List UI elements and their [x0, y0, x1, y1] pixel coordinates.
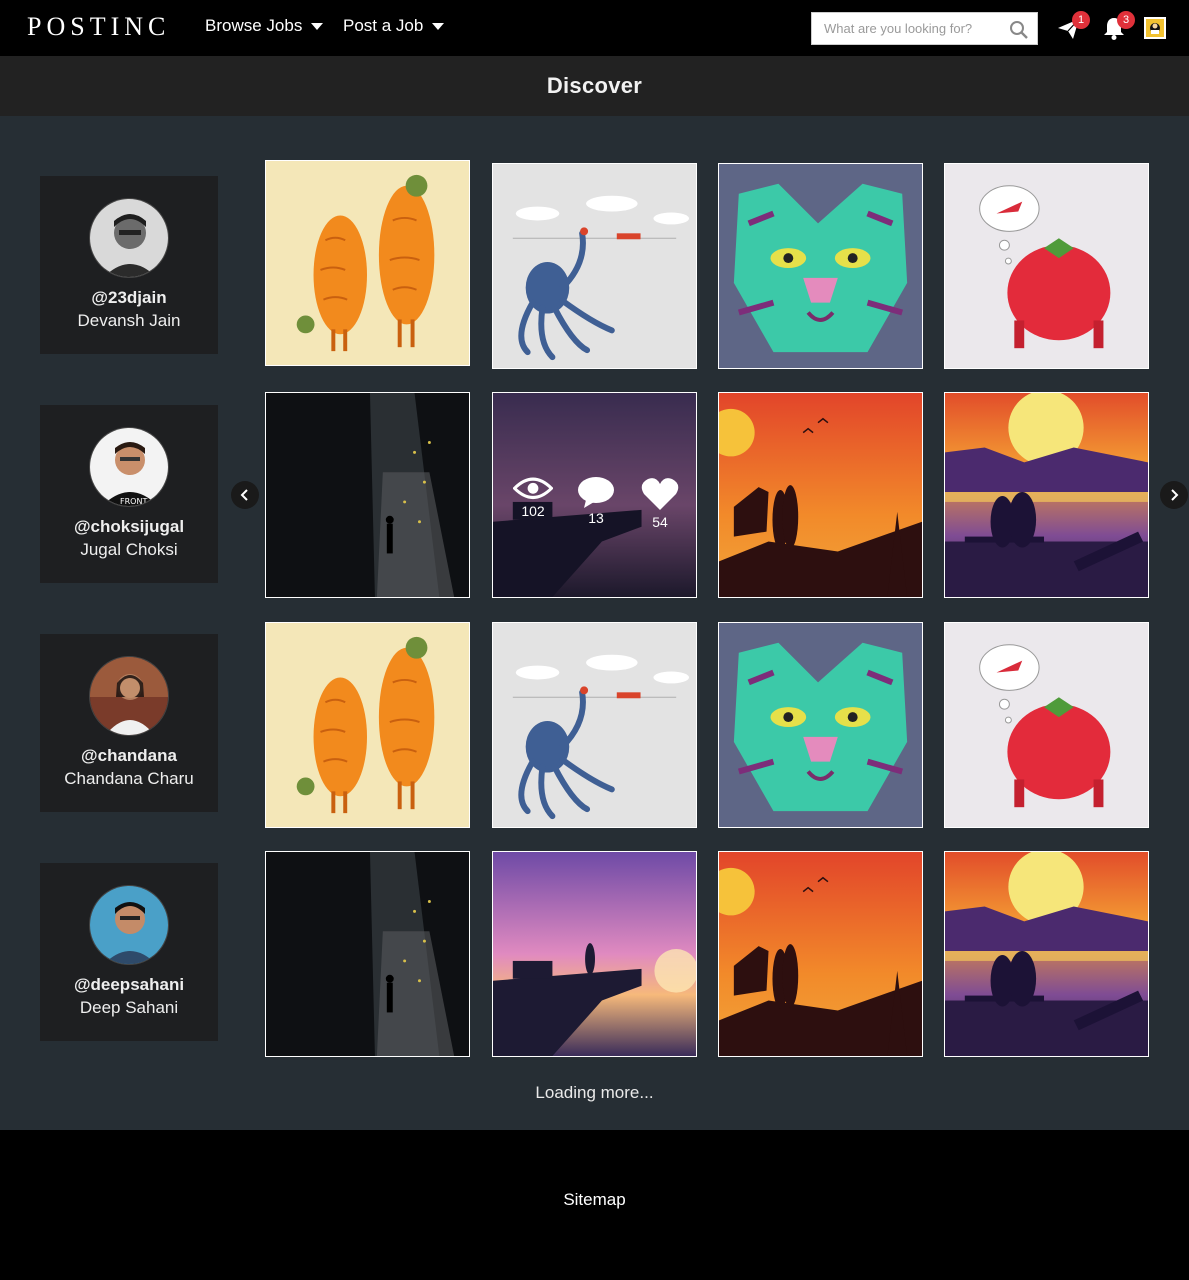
artwork-dark-forest[interactable] [265, 392, 470, 598]
notifications-button[interactable]: 3 [1101, 11, 1135, 42]
artwork-octopus[interactable] [492, 622, 697, 828]
artwork-bench-sunset[interactable] [944, 392, 1149, 598]
user-card[interactable]: @chandana Chandana Charu [40, 634, 218, 812]
views-count: 102 [521, 502, 545, 519]
carousel-prev-button[interactable] [231, 481, 259, 509]
post-job-menu[interactable]: Post a Job [343, 16, 445, 36]
user-handle: @deepsahani [73, 975, 185, 994]
discover-header: Discover [0, 56, 1189, 116]
likes-stat: 54 [640, 476, 680, 530]
messages-button[interactable]: 1 [1056, 11, 1090, 42]
user-name: Chandana Charu [64, 769, 194, 788]
svg-text:FRONT: FRONT [120, 497, 147, 506]
artwork-cliff-sunset[interactable] [492, 851, 697, 1057]
artwork-cliff-sunset-hover[interactable]: 102 13 54 [492, 392, 697, 598]
user-handle: @23djain [91, 288, 167, 307]
comment-icon [578, 477, 614, 508]
caret-down-icon [311, 23, 324, 30]
logo[interactable]: POSTINC [27, 12, 170, 42]
notifications-badge: 3 [1117, 11, 1135, 29]
avatar [89, 198, 169, 278]
artwork-lion[interactable] [718, 163, 923, 369]
user-name: Deep Sahani [79, 998, 179, 1017]
artwork-couple-sunset[interactable] [718, 851, 923, 1057]
eye-icon [513, 477, 553, 500]
avatar: FRONT [89, 427, 169, 507]
loading-indicator: Loading more... [535, 1083, 654, 1102]
artwork-tomato[interactable] [944, 163, 1149, 369]
artwork-couple-sunset[interactable] [718, 392, 923, 598]
top-navbar: POSTINC Browse Jobs Post a Job 1 3 [0, 0, 1189, 56]
user-name: Jugal Choksi [80, 540, 178, 559]
views-stat: 102 [513, 476, 553, 519]
user-card[interactable]: @deepsahani Deep Sahani [40, 863, 218, 1041]
avatar [89, 656, 169, 736]
user-card[interactable]: FRONT @choksijugal Jugal Choksi [40, 405, 218, 583]
hover-overlay: 102 13 54 [493, 393, 696, 597]
chevron-left-icon [240, 489, 248, 501]
user-handle: @chandana [81, 746, 177, 765]
user-handle: @choksijugal [73, 517, 185, 536]
messages-badge: 1 [1072, 11, 1090, 29]
profile-avatar[interactable] [1144, 17, 1166, 39]
search-box [811, 12, 1038, 45]
user-card[interactable]: @23djain Devansh Jain [40, 176, 218, 354]
user-name: Devansh Jain [77, 311, 181, 330]
heart-icon [641, 478, 679, 510]
post-job-label: Post a Job [343, 16, 424, 35]
search-icon[interactable] [1009, 20, 1029, 40]
chevron-right-icon [1171, 489, 1179, 501]
search-input[interactable] [812, 13, 1002, 44]
footer: Sitemap [0, 1130, 1189, 1280]
browse-jobs-label: Browse Jobs [205, 16, 303, 35]
artwork-lion[interactable] [718, 622, 923, 828]
page-title: Discover [546, 73, 643, 98]
browse-jobs-menu[interactable]: Browse Jobs [205, 16, 324, 36]
comments-count: 13 [588, 510, 604, 526]
comments-stat: 13 [576, 476, 616, 526]
likes-count: 54 [652, 514, 668, 530]
artwork-octopus[interactable] [492, 163, 697, 369]
carousel-next-button[interactable] [1160, 481, 1188, 509]
artwork-carrots[interactable] [265, 622, 470, 828]
artwork-bench-sunset[interactable] [944, 851, 1149, 1057]
artwork-dark-forest[interactable] [265, 851, 470, 1057]
avatar [89, 885, 169, 965]
caret-down-icon [432, 23, 445, 30]
artwork-tomato[interactable] [944, 622, 1149, 828]
sitemap-link[interactable]: Sitemap [0, 1190, 1189, 1210]
artwork-carrots[interactable] [265, 160, 470, 366]
